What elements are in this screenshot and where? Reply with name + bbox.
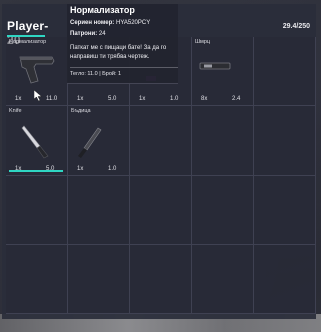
- slot-weight: 1.0: [108, 165, 117, 172]
- item-tooltip: Нормализатор Сериен номер: HYA520PCY Пат…: [67, 4, 178, 84]
- tooltip-serial: Сериен номер: HYA520PCY: [70, 20, 150, 26]
- slot-footer: 1x 5.0: [68, 93, 129, 102]
- slot-quantity: 1x: [15, 96, 22, 103]
- slot-quantity: 1x: [77, 96, 84, 103]
- tooltip-meta: Тегло: 11.0 | Брой: 1: [70, 71, 122, 77]
- slot-weight: 5.0: [108, 96, 117, 103]
- inventory-slot-19[interactable]: [192, 244, 254, 314]
- tooltip-separator: [70, 67, 178, 68]
- slot-footer: 1x 1.0: [68, 163, 129, 172]
- inventory-slot-10[interactable]: [254, 106, 316, 176]
- tooltip-ammo-label: Патрони:: [70, 31, 98, 37]
- inventory-slot-16[interactable]: [6, 244, 68, 314]
- inventory-slot-17[interactable]: [68, 244, 130, 314]
- slot-quantity: 1x: [139, 96, 146, 103]
- tooltip-ammo: Патрони: 24: [70, 31, 106, 37]
- magazine-icon: [199, 62, 231, 70]
- slot-weight: 1.0: [170, 96, 179, 103]
- tooltip-title: Нормализатор: [70, 5, 135, 15]
- inventory-slot-4[interactable]: Шмрц 8x 2.4: [192, 37, 254, 107]
- inventory-slot-18[interactable]: [130, 244, 192, 314]
- inventory-weight: 29.4/250: [282, 23, 310, 30]
- slot-weight: 11.0: [46, 96, 58, 103]
- inventory-slot-6[interactable]: Knife 1x 5.0: [6, 106, 68, 176]
- inventory-slot-20[interactable]: [254, 244, 316, 314]
- inventory-slot-13[interactable]: [130, 175, 192, 245]
- slot-footer: 8x 2.4: [192, 93, 253, 102]
- slot-footer: 1x 5.0: [6, 163, 67, 172]
- tooltip-serial-value: HYA520PCY: [115, 20, 151, 26]
- inventory-slot-12[interactable]: [68, 175, 130, 245]
- slot-quantity: 1x: [77, 165, 84, 172]
- inventory-slot-8[interactable]: [130, 106, 192, 176]
- pistol-icon: [19, 56, 55, 84]
- tooltip-description: Паткат ме с пищаци бате! За да го направ…: [70, 45, 167, 60]
- slot-weight: 2.4: [232, 96, 241, 103]
- inventory-slot-5[interactable]: [254, 37, 316, 107]
- inventory-slot-15[interactable]: [254, 175, 316, 245]
- slot-footer: 1x 1.0: [130, 93, 191, 102]
- tooltip-ammo-value: 24: [98, 31, 106, 37]
- inventory-slot-14[interactable]: [192, 175, 254, 245]
- dagger-icon: [78, 127, 102, 159]
- inventory-slot-9[interactable]: [192, 106, 254, 176]
- inventory-slot-11[interactable]: [6, 175, 68, 245]
- inventory-panel: Player-20 29.4/250 Нормализатор 1x 11.0 …: [2, 4, 316, 319]
- knife-icon: [21, 125, 49, 159]
- slot-quantity: 8x: [201, 96, 208, 103]
- slot-durability-bar: [9, 169, 63, 172]
- inventory-slot-7[interactable]: Бъдица 1x 1.0: [68, 106, 130, 176]
- mouse-cursor-icon: [34, 90, 42, 101]
- tooltip-serial-label: Сериен номер:: [70, 20, 115, 26]
